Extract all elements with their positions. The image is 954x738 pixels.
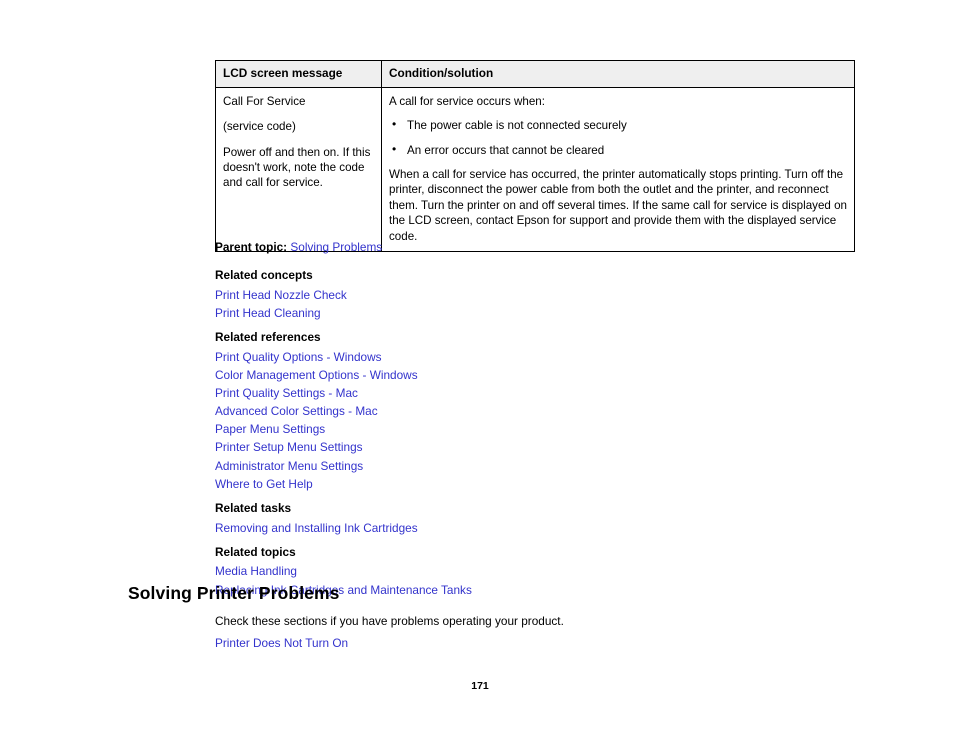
lcd-message-table: LCD screen message Condition/solution Ca… xyxy=(215,60,855,252)
table-row: Call For Service (service code) Power of… xyxy=(215,86,855,252)
table-header-row: LCD screen message Condition/solution xyxy=(215,60,855,88)
table-header: LCD screen message Condition/solution xyxy=(215,60,855,88)
link-removing-and-installing-ink-cartridges[interactable]: Removing and Installing Ink Cartridges xyxy=(215,519,835,537)
solution-bullet: The power cable is not connected securel… xyxy=(389,117,847,133)
link-administrator-menu-settings[interactable]: Administrator Menu Settings xyxy=(215,457,835,475)
parent-topic-label: Parent topic: xyxy=(215,240,288,254)
message-line-3: Power off and then on. If this doesn't w… xyxy=(223,145,371,190)
document-page: LCD screen message Condition/solution Ca… xyxy=(0,0,954,738)
cell-lcd-screen-message: Call For Service (service code) Power of… xyxy=(215,86,382,252)
page-title: Solving Printer Problems xyxy=(128,583,340,603)
column-header-lcd-screen-message: LCD screen message xyxy=(215,60,382,88)
link-paper-menu-settings[interactable]: Paper Menu Settings xyxy=(215,420,835,438)
page-number: 171 xyxy=(471,680,489,692)
link-printer-setup-menu-settings[interactable]: Printer Setup Menu Settings xyxy=(215,438,835,456)
related-links-block: Parent topic: Solving Problems Related c… xyxy=(215,240,835,599)
table-body: Call For Service (service code) Power of… xyxy=(215,86,855,252)
related-tasks-heading: Related tasks xyxy=(215,500,292,515)
message-line-1: Call For Service xyxy=(223,94,306,108)
parent-topic: Parent topic: Solving Problems xyxy=(215,240,835,256)
link-print-quality-options-windows[interactable]: Print Quality Options - Windows xyxy=(215,348,835,366)
link-where-to-get-help[interactable]: Where to Get Help xyxy=(215,475,835,493)
solution-body-text: When a call for service has occurred, th… xyxy=(389,167,847,243)
section-body: Check these sections if you have problem… xyxy=(215,613,835,652)
link-print-head-cleaning[interactable]: Print Head Cleaning xyxy=(215,304,835,322)
link-print-head-nozzle-check[interactable]: Print Head Nozzle Check xyxy=(215,286,835,304)
link-color-management-options-windows[interactable]: Color Management Options - Windows xyxy=(215,366,835,384)
solution-bullet-list: The power cable is not connected securel… xyxy=(389,117,847,158)
link-printer-does-not-turn-on[interactable]: Printer Does Not Turn On xyxy=(215,634,835,652)
related-references-heading: Related references xyxy=(215,329,321,344)
link-media-handling[interactable]: Media Handling xyxy=(215,562,835,580)
section-intro-text: Check these sections if you have problem… xyxy=(215,614,564,628)
parent-topic-link[interactable]: Solving Problems xyxy=(290,240,382,254)
cell-condition-solution: A call for service occurs when: The powe… xyxy=(381,86,855,252)
solution-bullet: An error occurs that cannot be cleared xyxy=(389,141,847,158)
related-topics-heading: Related topics xyxy=(215,544,296,559)
link-advanced-color-settings-mac[interactable]: Advanced Color Settings - Mac xyxy=(215,402,835,420)
message-line-2: (service code) xyxy=(223,120,296,134)
related-concepts-heading: Related concepts xyxy=(215,267,313,282)
solution-intro: A call for service occurs when: xyxy=(389,94,545,108)
link-print-quality-settings-mac[interactable]: Print Quality Settings - Mac xyxy=(215,384,835,402)
column-header-condition-solution: Condition/solution xyxy=(381,60,855,88)
